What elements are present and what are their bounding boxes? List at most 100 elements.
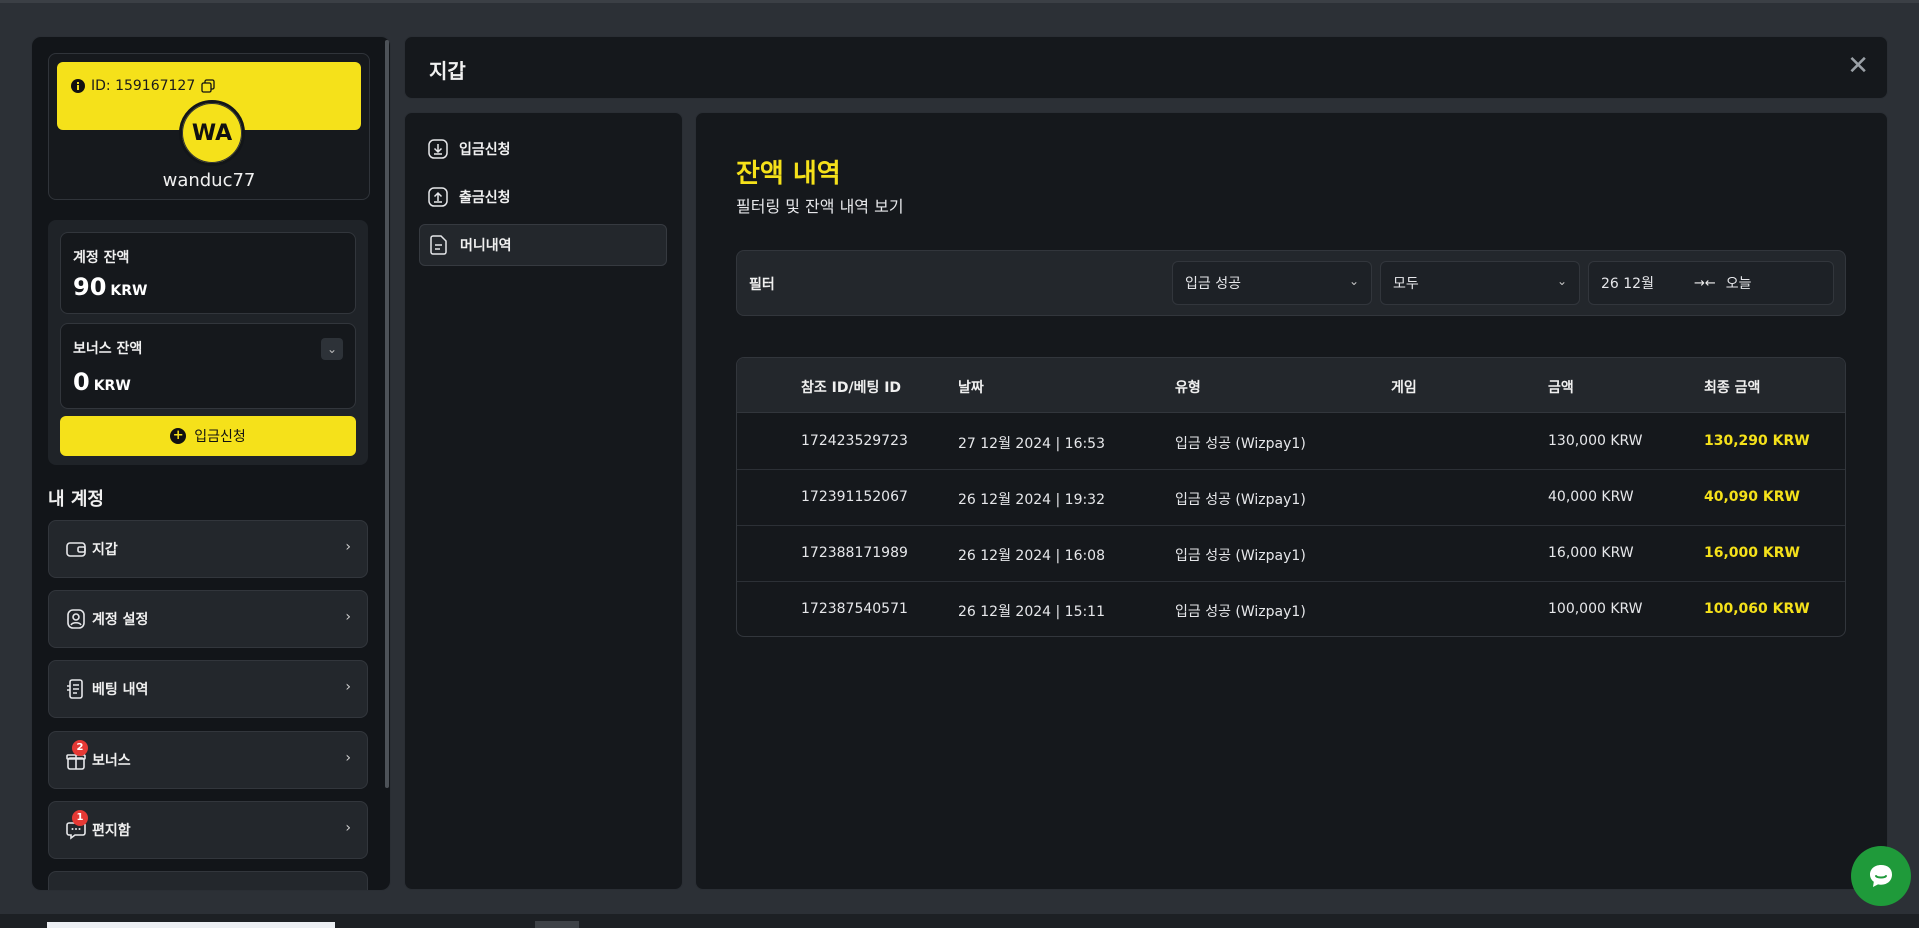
cell-final-amount: 16,000 KRW bbox=[1704, 545, 1800, 561]
cell-ref-id: 172387540571 bbox=[801, 601, 908, 617]
bonus-balance-amount: 0 bbox=[73, 368, 90, 396]
status-select-value: 입금 성공 bbox=[1185, 276, 1241, 292]
sidebar: ID: 159167127 WA wanduc77 계정 잔액 90 KRW 보너… bbox=[31, 36, 391, 891]
cell-date: 27 12월 2024 | 16:53 bbox=[958, 436, 1106, 452]
cell-ref-id: 172391152067 bbox=[801, 489, 908, 505]
account-balance-card: 계정 잔액 90 KRW bbox=[60, 232, 356, 314]
sidebar-item-label: 지갑 bbox=[92, 542, 118, 558]
chevron-down-icon[interactable]: ⌄ bbox=[321, 338, 343, 360]
sidebar-item-bonus[interactable]: 2 보너스 › bbox=[48, 731, 368, 789]
chevron-right-icon: › bbox=[345, 750, 351, 766]
bonus-balance-card: 보너스 잔액 ⌄ 0 KRW bbox=[60, 323, 356, 409]
cell-final-amount: 40,090 KRW bbox=[1704, 489, 1800, 505]
chevron-right-icon: › bbox=[345, 539, 351, 555]
table-row: 172391152067 26 12월 2024 | 19:32 입금 성공 (… bbox=[737, 469, 1845, 526]
sidebar-item-inbox[interactable]: 1 편지함 › bbox=[48, 801, 368, 859]
user-id: ID: 159167127 bbox=[71, 78, 215, 94]
bonus-balance-unit: KRW bbox=[93, 378, 131, 394]
sidebar-item-account-settings[interactable]: 계정 설정 › bbox=[48, 590, 368, 648]
table-row: 172423529723 27 12월 2024 | 16:53 입금 성공 (… bbox=[737, 413, 1845, 470]
sidebar-item-wallet[interactable]: 지갑 › bbox=[48, 520, 368, 578]
col-final-amount: 최종 금액 bbox=[1704, 380, 1761, 396]
sidebar-item-label: 편지함 bbox=[92, 823, 131, 839]
bonus-balance-value: 0 KRW bbox=[73, 368, 131, 396]
wallet-icon bbox=[66, 542, 86, 557]
cell-amount: 100,000 KRW bbox=[1548, 601, 1643, 617]
filter-bar: 필터 입금 성공 ⌄ 모두 ⌄ 26 12월 →← 오늘 bbox=[736, 250, 1846, 316]
sidebar-item-label: 계정 설정 bbox=[92, 612, 149, 628]
inbox-badge: 1 bbox=[72, 810, 88, 826]
table-header: 참조 ID/베팅 ID 날짜 유형 게임 금액 최종 금액 bbox=[737, 358, 1845, 413]
user-id-text: ID: 159167127 bbox=[91, 78, 196, 94]
bottom-strip-dark bbox=[535, 921, 579, 928]
table-row: 172388171989 26 12월 2024 | 16:08 입금 성공 (… bbox=[737, 525, 1845, 582]
live-chat-button[interactable] bbox=[1851, 846, 1911, 906]
tab-label: 입금신청 bbox=[459, 142, 511, 158]
type-select-value: 모두 bbox=[1393, 276, 1419, 292]
bonus-balance-title: 보너스 잔액 bbox=[73, 341, 143, 357]
gift-icon-wrap: 2 bbox=[64, 740, 88, 772]
col-type: 유형 bbox=[1175, 380, 1201, 396]
upload-icon bbox=[428, 187, 448, 207]
table-row: 172387540571 26 12월 2024 | 15:11 입금 성공 (… bbox=[737, 581, 1845, 636]
col-game: 게임 bbox=[1391, 380, 1417, 396]
bonus-badge: 2 bbox=[72, 740, 88, 756]
date-to: 오늘 bbox=[1725, 276, 1752, 292]
cell-date: 26 12월 2024 | 16:08 bbox=[958, 548, 1106, 564]
message-icon-wrap: 1 bbox=[64, 810, 88, 842]
document-icon bbox=[430, 235, 447, 255]
cell-type: 입금 성공 (Wizpay1) bbox=[1175, 548, 1306, 564]
chevron-right-icon: › bbox=[345, 609, 351, 625]
cell-type: 입금 성공 (Wizpay1) bbox=[1175, 492, 1306, 508]
sidebar-item-betting-history[interactable]: 베팅 내역 › bbox=[48, 660, 368, 718]
cell-amount: 16,000 KRW bbox=[1548, 545, 1634, 561]
window-top-edge bbox=[0, 0, 1919, 3]
wallet-header: 지갑 ✕ bbox=[404, 36, 1888, 99]
tab-withdraw-request[interactable]: 출금신청 bbox=[419, 177, 665, 217]
col-amount: 금액 bbox=[1548, 380, 1574, 396]
sidebar-scrollbar[interactable] bbox=[385, 40, 389, 788]
user-settings-icon bbox=[67, 609, 85, 629]
tab-deposit-request[interactable]: 입금신청 bbox=[419, 129, 665, 169]
history-table: 참조 ID/베팅 ID 날짜 유형 게임 금액 최종 금액 1724235297… bbox=[736, 357, 1846, 637]
cell-type: 입금 성공 (Wizpay1) bbox=[1175, 436, 1306, 452]
sidebar-item-partial[interactable] bbox=[48, 871, 368, 890]
cell-date: 26 12월 2024 | 19:32 bbox=[958, 492, 1106, 508]
col-date: 날짜 bbox=[958, 380, 984, 396]
section-title: 잔액 내역 bbox=[736, 159, 841, 189]
receipt-icon bbox=[67, 679, 83, 699]
cell-amount: 40,000 KRW bbox=[1548, 489, 1634, 505]
chevron-down-icon: ⌄ bbox=[1348, 274, 1359, 288]
account-balance-value: 90 KRW bbox=[73, 273, 147, 301]
col-ref-id: 참조 ID/베팅 ID bbox=[801, 380, 902, 396]
tab-label: 출금신청 bbox=[459, 190, 511, 206]
cell-type: 입금 성공 (Wizpay1) bbox=[1175, 604, 1306, 620]
arrow-range-icon: →← bbox=[1693, 275, 1716, 291]
download-icon bbox=[428, 139, 448, 159]
deposit-button[interactable]: + 입금신청 bbox=[60, 416, 356, 456]
cell-final-amount: 130,290 KRW bbox=[1704, 433, 1810, 449]
cell-ref-id: 172423529723 bbox=[801, 433, 908, 449]
bottom-strip bbox=[47, 922, 335, 928]
username: wanduc77 bbox=[162, 170, 256, 191]
bottom-edge bbox=[0, 914, 1919, 928]
copy-icon[interactable] bbox=[201, 79, 215, 93]
type-select[interactable]: 모두 ⌄ bbox=[1380, 261, 1580, 305]
cell-amount: 130,000 KRW bbox=[1548, 433, 1643, 449]
info-icon bbox=[71, 79, 85, 93]
chevron-right-icon: › bbox=[345, 820, 351, 836]
account-balance-unit: KRW bbox=[110, 283, 148, 299]
my-account-heading: 내 계정 bbox=[48, 489, 104, 510]
tab-label: 머니내역 bbox=[460, 238, 512, 254]
profile-card: ID: 159167127 WA wanduc77 bbox=[48, 53, 370, 200]
cell-ref-id: 172388171989 bbox=[801, 545, 908, 561]
chat-bubble-icon bbox=[1870, 865, 1892, 887]
date-range-picker[interactable]: 26 12월 →← 오늘 bbox=[1588, 261, 1834, 305]
status-select[interactable]: 입금 성공 ⌄ bbox=[1172, 261, 1372, 305]
close-icon[interactable]: ✕ bbox=[1847, 53, 1869, 79]
chevron-down-icon: ⌄ bbox=[1556, 274, 1567, 288]
wallet-subnav: 입금신청 출금신청 머니내역 bbox=[404, 112, 683, 890]
section-subtitle: 필터링 및 잔액 내역 보기 bbox=[736, 197, 904, 216]
tab-money-history[interactable]: 머니내역 bbox=[419, 224, 667, 266]
sidebar-item-label: 보너스 bbox=[92, 753, 131, 769]
